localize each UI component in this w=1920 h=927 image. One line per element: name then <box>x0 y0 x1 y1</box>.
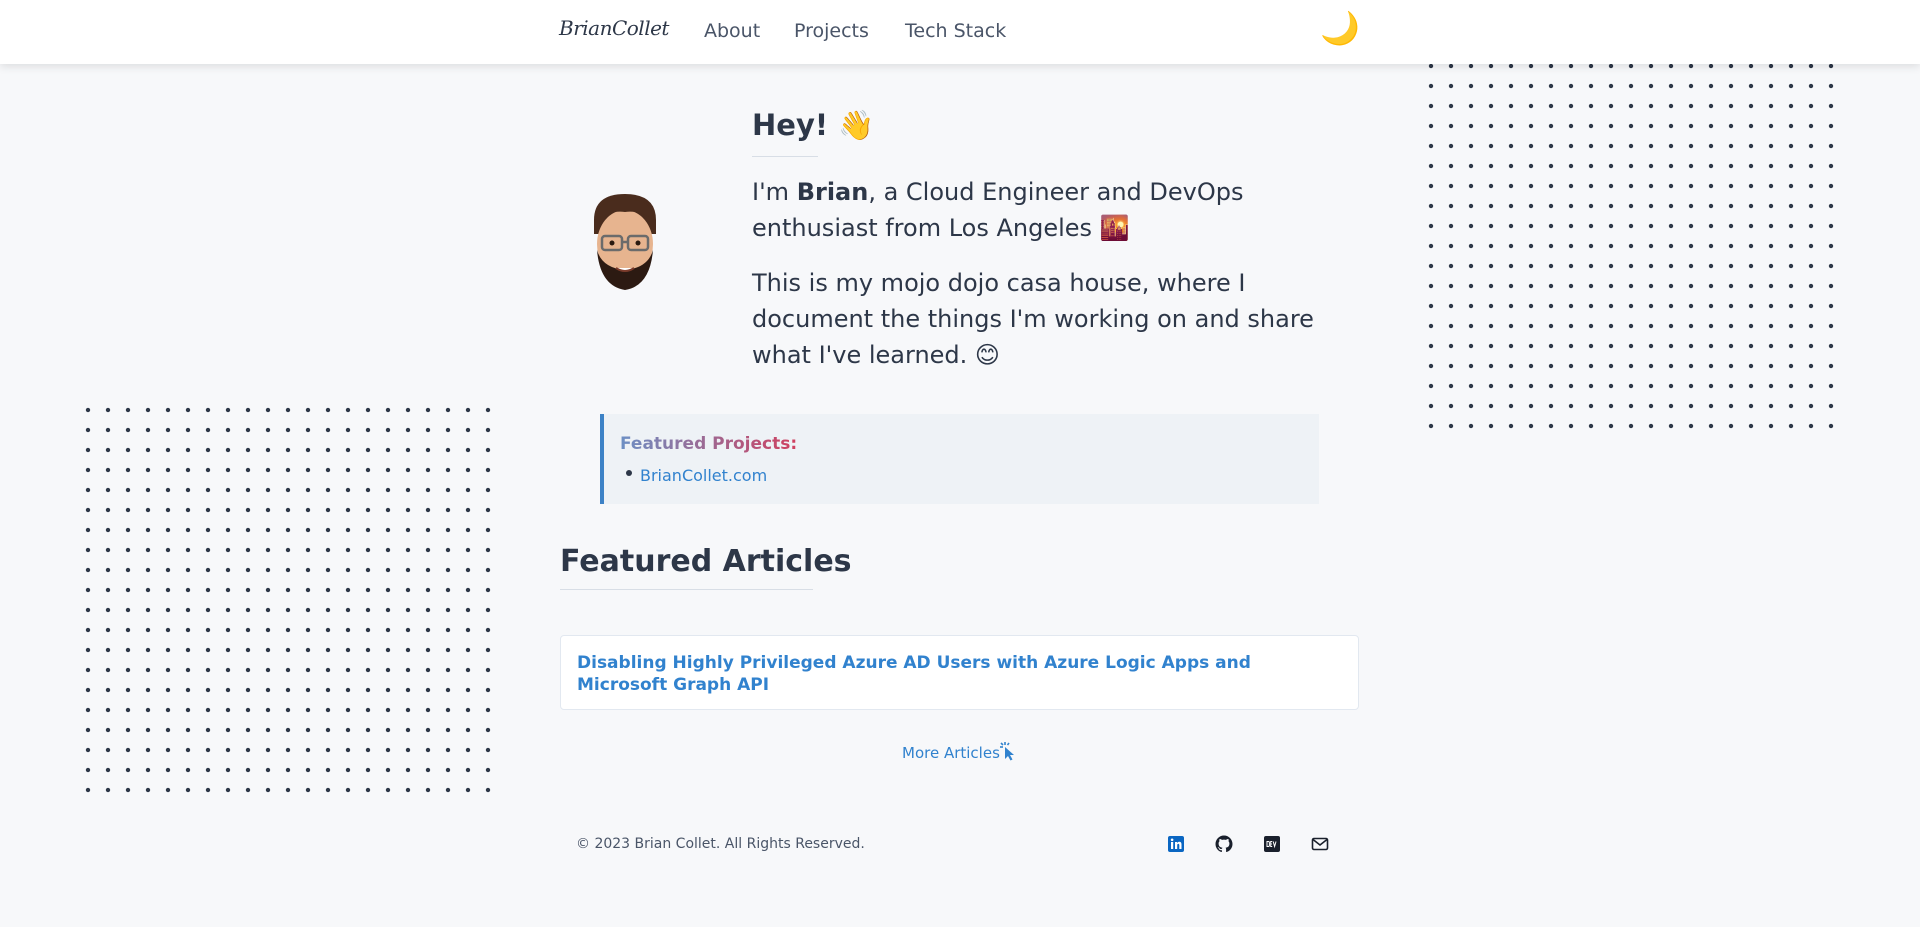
intro-paragraph: I'm Brian, a Cloud Engineer and DevOps e… <box>752 174 1352 246</box>
about-paragraph: This is my mojo dojo casa house, where I… <box>752 269 1314 369</box>
dot-pattern-left <box>78 400 498 800</box>
list-bullet <box>626 470 632 476</box>
mail-icon[interactable] <box>1310 834 1330 854</box>
top-navbar: BrianCollet About Projects Tech Stack 🌙 <box>0 0 1920 64</box>
github-icon[interactable] <box>1214 834 1234 854</box>
greeting-heading: Hey! 👋 <box>752 108 875 142</box>
nav-link-about[interactable]: About <box>704 20 760 42</box>
featured-projects-title: Featured Projects: <box>620 434 798 454</box>
linkedin-icon[interactable] <box>1166 834 1186 854</box>
dot-pattern-top-right <box>1421 56 1841 436</box>
more-articles-link[interactable]: More Articles <box>902 744 1000 762</box>
project-link-briancollet[interactable]: BrianCollet.com <box>640 466 767 485</box>
pointer-click-icon[interactable] <box>998 741 1018 761</box>
footer-copyright: © 2023 Brian Collet. All Rights Reserved… <box>576 836 865 852</box>
nav-link-tech-stack[interactable]: Tech Stack <box>905 20 1006 42</box>
article-title-link[interactable]: Disabling Highly Privileged Azure AD Use… <box>577 652 1337 696</box>
theme-toggle-moon-icon[interactable]: 🌙 <box>1320 12 1360 44</box>
greeting-underline <box>752 156 818 157</box>
featured-articles-heading: Featured Articles <box>560 544 852 579</box>
intro-name: Brian <box>796 178 869 206</box>
article-card[interactable]: Disabling Highly Privileged Azure AD Use… <box>560 635 1359 710</box>
nav-link-projects[interactable]: Projects <box>794 20 869 42</box>
featured-projects-callout: Featured Projects: BrianCollet.com <box>600 414 1319 504</box>
intro-prefix: I'm <box>752 178 797 206</box>
dev-icon[interactable] <box>1262 834 1282 854</box>
site-logo[interactable]: BrianCollet <box>559 16 669 40</box>
memoji-avatar-icon <box>594 194 656 290</box>
featured-articles-underline <box>560 589 813 590</box>
